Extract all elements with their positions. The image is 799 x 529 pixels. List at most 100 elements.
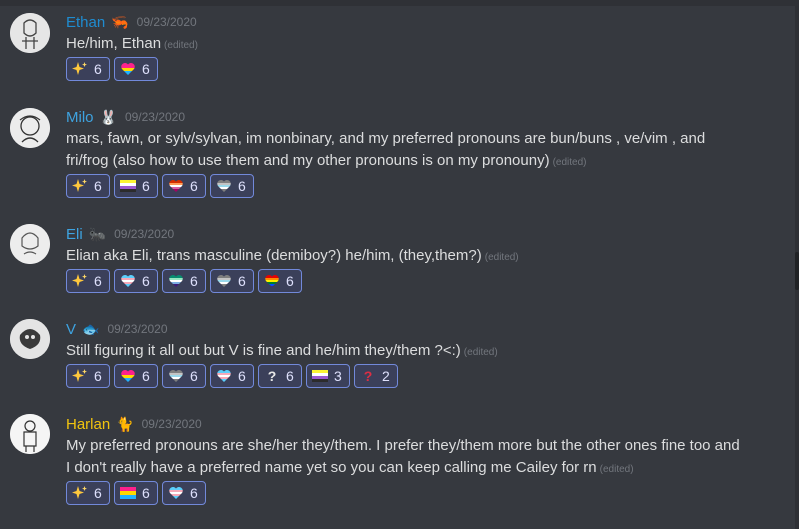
reaction-count: 6 — [142, 368, 150, 384]
username[interactable]: Milo — [66, 109, 94, 126]
top-bar — [0, 0, 799, 6]
edited-label: (edited) — [164, 40, 198, 51]
username[interactable]: Ethan — [66, 14, 105, 31]
reaction-bar: 6 6 6 — [66, 481, 206, 505]
demiboy-heart-icon — [216, 178, 232, 194]
timestamp: 09/23/2020 — [141, 417, 202, 431]
sparkles-icon — [72, 61, 88, 77]
message-text: Elian aka Eli, trans masculine (demiboy?… — [66, 247, 482, 264]
message-header: V 🐟 09/23/2020 — [66, 319, 168, 339]
reaction[interactable]: ? 6 — [258, 364, 302, 388]
message-content: Still figuring it all out but V is fine … — [66, 340, 746, 364]
username[interactable]: Harlan — [66, 416, 110, 433]
message-header: Ethan 🦐 09/23/2020 — [66, 12, 197, 32]
edited-label: (edited) — [599, 464, 634, 475]
message-header: Harlan 🐈 09/23/2020 — [66, 414, 202, 434]
nonbinary-flag-icon — [120, 178, 136, 194]
pansexual-heart-icon — [120, 368, 136, 384]
message-text: My preferred pronouns are she/her they/t… — [66, 437, 740, 476]
shrimp-icon: 🦐 — [111, 13, 129, 30]
message-header: Eli 🐜 09/23/2020 — [66, 224, 174, 244]
message-text: mars, fawn, or sylv/sylvan, im nonbinary… — [66, 130, 706, 169]
reaction-count: 6 — [190, 485, 198, 501]
reaction-count: 6 — [286, 273, 294, 289]
cat-icon: 🐈 — [116, 415, 134, 432]
rabbit-icon: 🐰 — [99, 108, 117, 125]
sparkles-icon — [72, 485, 88, 501]
reaction-count: 2 — [382, 368, 390, 384]
reaction-count: 6 — [238, 368, 246, 384]
sparkles-icon — [72, 178, 88, 194]
reaction-bar: 6 6 6 6 ? 6 3 ? 2 — [66, 364, 398, 388]
timestamp: 09/23/2020 — [136, 15, 197, 29]
reaction-count: 6 — [142, 178, 150, 194]
reaction[interactable]: 3 — [306, 364, 350, 388]
reaction[interactable]: 6 — [114, 57, 158, 81]
reaction-count: 6 — [190, 273, 198, 289]
sparkles-icon — [72, 273, 88, 289]
reaction-count: 6 — [94, 273, 102, 289]
timestamp: 09/23/2020 — [107, 322, 168, 336]
reaction[interactable]: 6 — [66, 481, 110, 505]
pansexual-flag-icon — [120, 485, 136, 501]
nonbinary-flag-icon — [312, 368, 328, 384]
reaction[interactable]: 6 — [114, 269, 158, 293]
avatar[interactable] — [10, 414, 50, 454]
reaction[interactable]: 6 — [162, 364, 206, 388]
pansexual-heart-icon — [120, 61, 136, 77]
edited-label: (edited) — [484, 252, 519, 263]
reaction[interactable]: 6 — [210, 269, 254, 293]
trans-heart-icon — [168, 485, 184, 501]
reaction[interactable]: 6 — [66, 174, 110, 198]
username[interactable]: Eli — [66, 226, 83, 243]
timestamp: 09/23/2020 — [124, 110, 186, 124]
reaction[interactable]: 6 — [210, 174, 254, 198]
message-text: He/him, Ethan — [66, 35, 162, 52]
avatar[interactable] — [10, 319, 50, 359]
reaction[interactable]: 6 — [114, 481, 158, 505]
lesbian-heart-icon — [168, 178, 184, 194]
reaction-count: 6 — [94, 178, 102, 194]
reaction[interactable]: 6 — [162, 174, 206, 198]
message-header: Milo 🐰 09/23/2020 — [66, 107, 185, 127]
reaction[interactable]: 6 — [162, 481, 206, 505]
reaction-count: 6 — [142, 485, 150, 501]
message-text: Still figuring it all out but V is fine … — [66, 342, 461, 359]
reaction[interactable]: 6 — [66, 57, 110, 81]
fish-icon: 🐟 — [82, 320, 100, 337]
avatar[interactable] — [10, 108, 50, 148]
reaction[interactable]: 6 — [210, 364, 254, 388]
reaction-count: 6 — [142, 273, 150, 289]
reaction-count: 6 — [94, 485, 102, 501]
demiboy-heart-icon — [168, 368, 184, 384]
scrollbar-thumb[interactable] — [795, 252, 799, 290]
reaction[interactable]: 6 — [114, 364, 158, 388]
avatar[interactable] — [10, 224, 50, 264]
reaction[interactable]: 6 — [114, 174, 158, 198]
reaction-count: 6 — [94, 61, 102, 77]
reaction-bar: 6 6 — [66, 57, 158, 81]
message-content: He/him, Ethan (edited) — [66, 33, 746, 57]
username[interactable]: V — [66, 321, 76, 338]
message-content: My preferred pronouns are she/her they/t… — [66, 435, 746, 481]
reaction-count: 6 — [238, 273, 246, 289]
demiboy-heart-icon — [216, 273, 232, 289]
ant-icon: 🐜 — [88, 225, 107, 242]
reaction-count: 3 — [334, 368, 342, 384]
sparkles-icon — [72, 368, 88, 384]
reaction[interactable]: 6 — [66, 364, 110, 388]
gay-men-heart-icon — [168, 273, 184, 289]
reaction[interactable]: 6 — [258, 269, 302, 293]
edited-label: (edited) — [463, 347, 498, 358]
avatar[interactable] — [10, 13, 50, 53]
red-question-icon: ? — [363, 368, 373, 384]
reaction-count: 6 — [142, 61, 150, 77]
reaction-count: 6 — [238, 178, 246, 194]
reaction[interactable]: 6 — [162, 269, 206, 293]
reaction[interactable]: ? 2 — [354, 364, 398, 388]
reaction-count: 6 — [190, 368, 198, 384]
reaction-bar: 6 6 6 6 — [66, 174, 254, 198]
reaction[interactable]: 6 — [66, 269, 110, 293]
edited-label: (edited) — [552, 157, 587, 168]
reaction-count: 6 — [286, 368, 294, 384]
